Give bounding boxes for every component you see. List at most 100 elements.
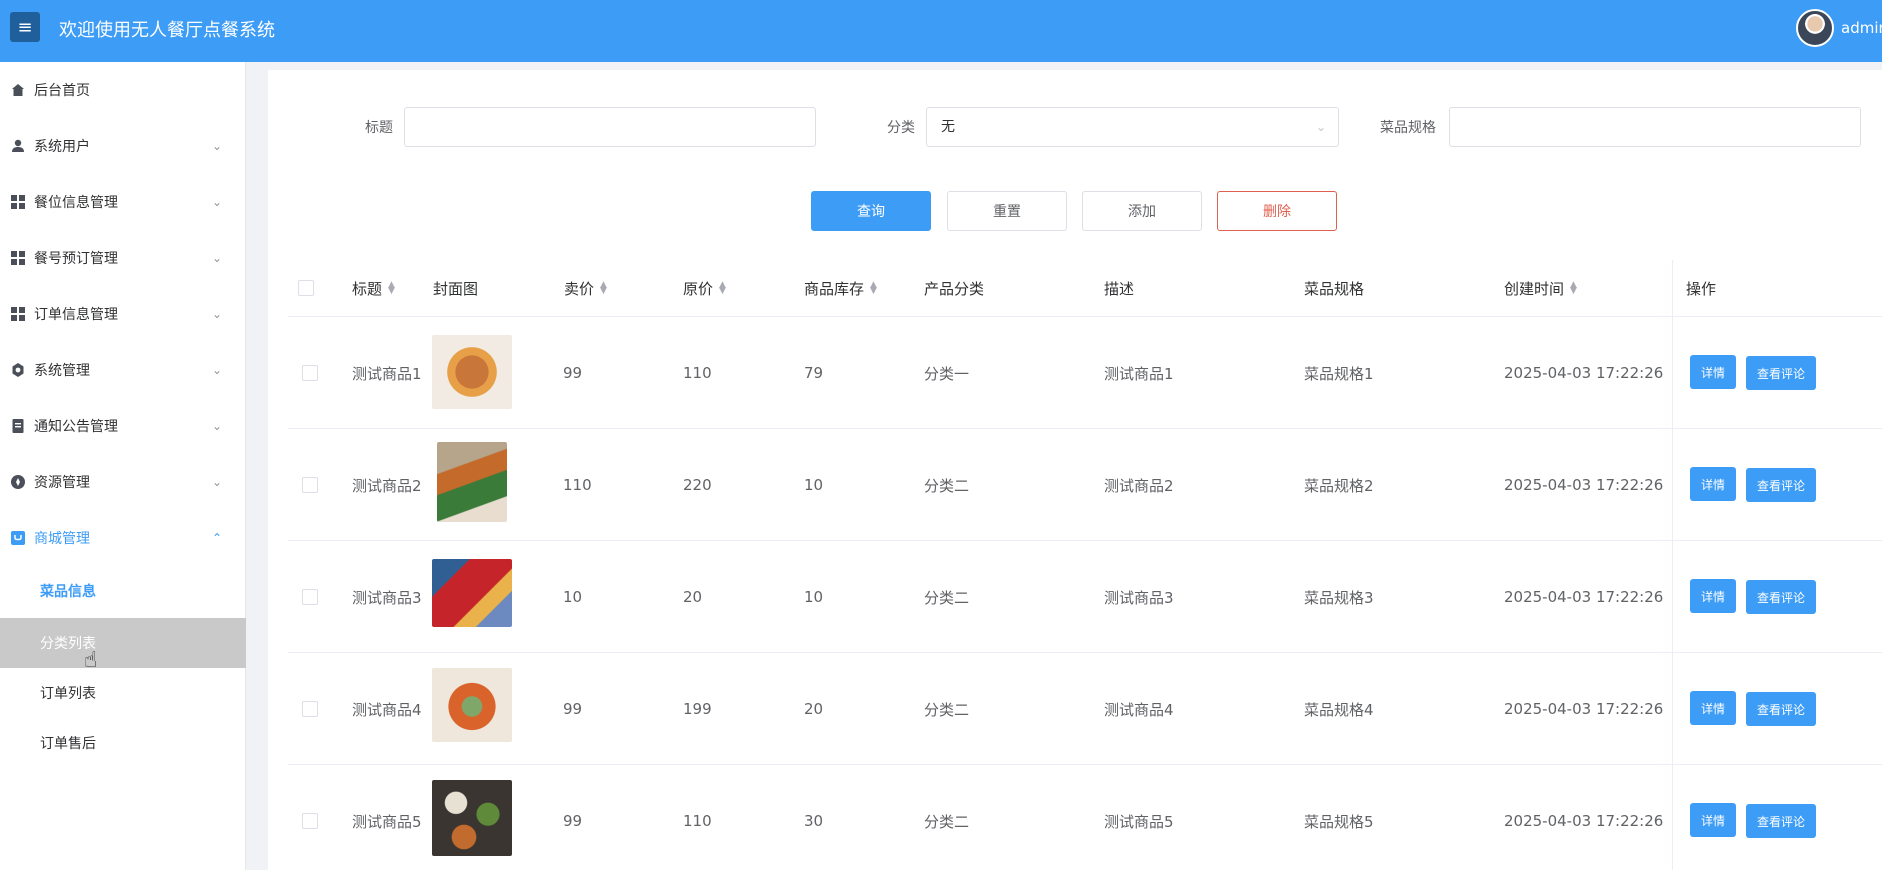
column-header-original-price[interactable]: 原价 ▲ ▼ — [683, 260, 726, 316]
app-title: 欢迎使用无人餐厅点餐系统 — [59, 20, 275, 41]
cell-price: 110 — [563, 476, 592, 494]
column-header-price[interactable]: 卖价 ▲ ▼ — [564, 260, 607, 316]
cell-description: 测试商品1 — [1104, 364, 1174, 383]
view-comments-button[interactable]: 查看评论 — [1746, 804, 1816, 838]
detail-button[interactable]: 详情 — [1690, 579, 1736, 613]
row-checkbox[interactable] — [302, 701, 318, 717]
table-row: 测试商品5 99 110 30 分类二 测试商品5 菜品规格5 2025-04-… — [288, 764, 1882, 870]
chevron-down-icon: ⌄ — [212, 251, 223, 265]
cell-category: 分类一 — [924, 364, 970, 383]
cell-spec: 菜品规格2 — [1304, 476, 1374, 495]
product-thumbnail — [437, 442, 507, 522]
sort-icon[interactable]: ▲ ▼ — [1570, 281, 1577, 296]
add-button[interactable]: 添加 — [1082, 191, 1202, 231]
column-header-cover: 封面图 — [433, 279, 479, 298]
cell-created: 2025-04-03 17:22:26 — [1504, 364, 1664, 382]
detail-button[interactable]: 详情 — [1690, 803, 1736, 837]
cell-stock: 20 — [804, 700, 824, 718]
sidebar-subitem-dish-info[interactable]: 菜品信息 — [0, 566, 246, 616]
cell-description: 测试商品4 — [1104, 700, 1174, 719]
spec-filter-label: 菜品规格 — [1380, 120, 1436, 136]
column-header-title[interactable]: 标题 ▲ ▼ — [352, 260, 395, 316]
column-header-stock[interactable]: 商品库存 ▲ ▼ — [804, 260, 877, 316]
sidebar-subitem-order-list[interactable]: 订单列表 — [0, 668, 246, 718]
view-comments-button[interactable]: 查看评论 — [1746, 580, 1816, 614]
sidebar-subitem-category-list[interactable]: 分类列表 — [0, 618, 246, 668]
chevron-down-icon: ⌄ — [212, 419, 223, 433]
row-checkbox[interactable] — [302, 365, 318, 381]
shop-icon — [10, 530, 26, 546]
query-button[interactable]: 查询 — [811, 191, 931, 231]
row-checkbox[interactable] — [302, 813, 318, 829]
avatar[interactable] — [1796, 9, 1834, 47]
main-content: 标题 分类 无 ⌄ 菜品规格 查询 重置 添加 删除 标题 ▲ ▼ 封面图 卖价 ▲ ▼… — [268, 70, 1882, 870]
row-checkbox[interactable] — [302, 589, 318, 605]
sort-icon[interactable]: ▲ ▼ — [870, 281, 877, 296]
cell-description: 测试商品5 — [1104, 812, 1174, 831]
category-select[interactable]: 无 ⌄ — [926, 107, 1339, 147]
sort-icon[interactable]: ▲ ▼ — [388, 281, 395, 296]
view-comments-button[interactable]: 查看评论 — [1746, 356, 1816, 390]
column-header-created[interactable]: 创建时间 ▲ ▼ — [1504, 260, 1577, 316]
chevron-up-icon: ⌃ — [212, 531, 223, 545]
cell-created: 2025-04-03 17:22:26 — [1504, 812, 1664, 830]
spec-filter-input[interactable] — [1449, 107, 1861, 147]
sidebar-item-system-users[interactable]: 系统用户 ⌄ — [0, 118, 246, 174]
user-icon — [10, 138, 26, 154]
cell-title: 测试商品3 — [352, 588, 422, 607]
chevron-down-icon: ⌄ — [212, 307, 223, 321]
sidebar-item-orders[interactable]: 订单信息管理 ⌄ — [0, 286, 246, 342]
hamburger-icon[interactable]: ≡ — [10, 12, 40, 42]
sidebar-item-system[interactable]: 系统管理 ⌄ — [0, 342, 246, 398]
detail-button[interactable]: 详情 — [1690, 691, 1736, 725]
sort-icon[interactable]: ▲ ▼ — [600, 281, 607, 296]
cell-original-price: 110 — [683, 812, 712, 830]
sidebar-item-shop[interactable]: 商城管理 ⌃ — [0, 510, 246, 566]
cell-original-price: 199 — [683, 700, 712, 718]
detail-button[interactable]: 详情 — [1690, 467, 1736, 501]
product-thumbnail — [432, 559, 512, 627]
cell-title: 测试商品5 — [352, 812, 422, 831]
sidebar-item-seat-info[interactable]: 餐位信息管理 ⌄ — [0, 174, 246, 230]
cell-title: 测试商品4 — [352, 700, 422, 719]
column-header-category: 产品分类 — [924, 279, 985, 298]
cell-category: 分类二 — [924, 588, 970, 607]
table-row: 测试商品1 99 110 79 分类一 测试商品1 菜品规格1 2025-04-… — [288, 316, 1882, 428]
sidebar-item-resources[interactable]: 资源管理 ⌄ — [0, 454, 246, 510]
cell-stock: 10 — [804, 588, 824, 606]
cell-title: 测试商品1 — [352, 364, 422, 383]
sidebar-item-home[interactable]: 后台首页 — [0, 62, 246, 118]
cell-spec: 菜品规格4 — [1304, 700, 1374, 719]
title-filter-label: 标题 — [365, 120, 393, 136]
sidebar-item-reservation[interactable]: 餐号预订管理 ⌄ — [0, 230, 246, 286]
column-header-actions: 操作 — [1686, 279, 1717, 298]
cell-spec: 菜品规格1 — [1304, 364, 1374, 383]
sort-icon[interactable]: ▲ ▼ — [719, 281, 726, 296]
sidebar-item-notices[interactable]: 通知公告管理 ⌄ — [0, 398, 246, 454]
cell-price: 10 — [563, 588, 583, 606]
cell-stock: 30 — [804, 812, 824, 830]
row-checkbox[interactable] — [302, 477, 318, 493]
grid-icon — [10, 306, 26, 322]
gear-icon — [10, 362, 26, 378]
sidebar: 后台首页 系统用户 ⌄ 餐位信息管理 ⌄ 餐号预订管理 ⌄ 订单信息管理 ⌄ 系… — [0, 62, 246, 870]
product-thumbnail — [432, 668, 512, 742]
hand-cursor-icon: ☝ — [84, 648, 98, 673]
chevron-down-icon: ⌄ — [212, 139, 223, 153]
top-bar: ≡ 欢迎使用无人餐厅点餐系统 admin — [0, 0, 1882, 62]
cell-price: 99 — [563, 700, 583, 718]
document-icon — [10, 418, 26, 434]
grid-icon — [10, 250, 26, 266]
product-table: 标题 ▲ ▼ 封面图 卖价 ▲ ▼ 原价 ▲ ▼ 商品库存 ▲ ▼ 产品分类 描述 菜品规格 创… — [288, 260, 1882, 870]
view-comments-button[interactable]: 查看评论 — [1746, 468, 1816, 502]
user-name[interactable]: admin — [1841, 19, 1882, 37]
select-all-checkbox[interactable] — [298, 280, 314, 296]
detail-button[interactable]: 详情 — [1690, 355, 1736, 389]
view-comments-button[interactable]: 查看评论 — [1746, 692, 1816, 726]
title-filter-input[interactable] — [404, 107, 816, 147]
reset-button[interactable]: 重置 — [947, 191, 1067, 231]
delete-button[interactable]: 删除 — [1217, 191, 1337, 231]
cell-title: 测试商品2 — [352, 476, 422, 495]
grid-icon — [10, 194, 26, 210]
sidebar-subitem-after-sale[interactable]: 订单售后 — [0, 718, 246, 768]
